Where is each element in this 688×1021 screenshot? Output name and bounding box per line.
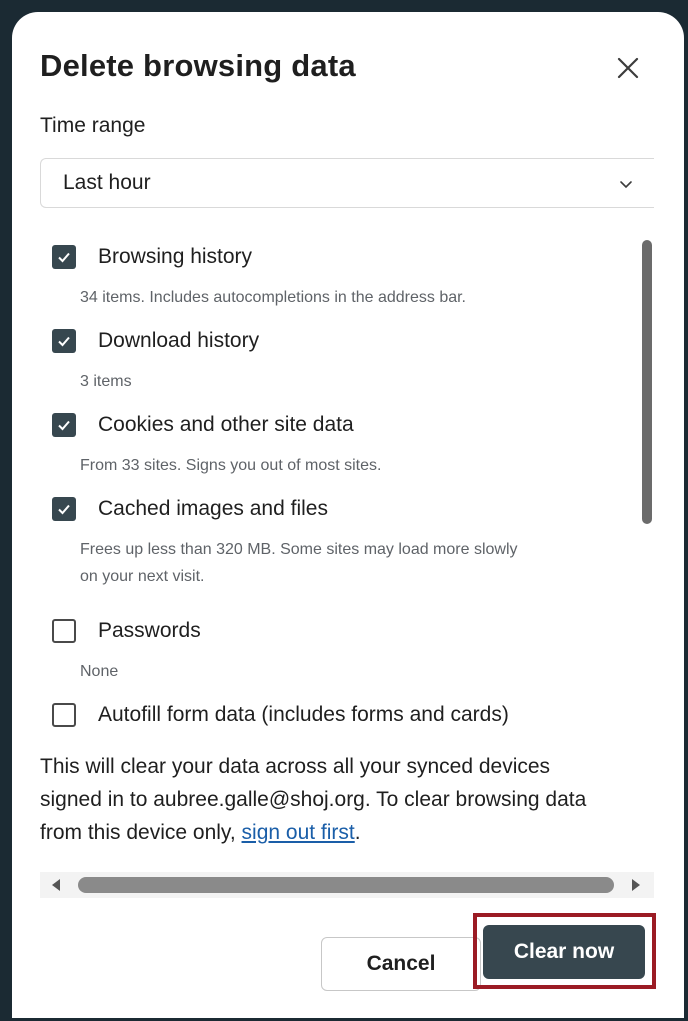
option-description: 34 items. Includes autocompletions in th… xyxy=(80,289,466,306)
sync-note-line: This will clear your data across all you… xyxy=(40,755,551,778)
scrollbar-thumb[interactable] xyxy=(78,877,614,893)
chevron-down-icon xyxy=(620,181,632,189)
option-cached-images[interactable]: Cached images and files xyxy=(52,494,328,524)
checkmark-icon xyxy=(58,252,70,263)
download-history-checkbox[interactable] xyxy=(52,329,76,353)
option-label: Autofill form data (includes forms and c… xyxy=(98,703,509,726)
delete-browsing-data-dialog: Delete browsing data Time range Last hou… xyxy=(12,12,684,1018)
option-label: Browsing history xyxy=(98,245,253,268)
passwords-checkbox[interactable] xyxy=(52,619,76,643)
option-download-history[interactable]: Download history xyxy=(52,326,259,356)
option-passwords[interactable]: Passwords xyxy=(52,616,201,646)
option-autofill[interactable]: Autofill form data (includes forms and c… xyxy=(52,700,509,730)
scroll-right-arrow-icon[interactable] xyxy=(630,878,642,892)
sync-note: This will clear your data across all you… xyxy=(40,750,660,849)
time-range-label: Time range xyxy=(40,114,146,137)
option-description: None xyxy=(80,663,119,680)
checkmark-icon xyxy=(58,420,70,431)
description-line: on your next visit. xyxy=(80,568,205,585)
cookies-checkbox[interactable] xyxy=(52,413,76,437)
horizontal-scrollbar[interactable] xyxy=(40,872,654,898)
option-cookies[interactable]: Cookies and other site data xyxy=(52,410,354,440)
close-icon xyxy=(617,57,639,79)
autofill-checkbox[interactable] xyxy=(52,703,76,727)
clear-now-button[interactable]: Clear now xyxy=(483,925,645,979)
dialog-title: Delete browsing data xyxy=(40,48,356,83)
vertical-scrollbar[interactable] xyxy=(642,240,652,524)
time-range-select[interactable]: Last hour xyxy=(40,158,654,208)
sync-note-line: signed in to aubree.galle@shoj.org. To c… xyxy=(40,788,587,811)
option-description: From 33 sites. Signs you out of most sit… xyxy=(80,457,382,474)
option-label: Cookies and other site data xyxy=(98,413,354,436)
close-button[interactable] xyxy=(612,52,644,84)
option-label: Cached images and files xyxy=(98,497,328,520)
time-range-value: Last hour xyxy=(63,171,151,194)
sync-note-text: from this device only, xyxy=(40,821,242,844)
sign-out-link[interactable]: sign out first xyxy=(242,821,355,844)
checkmark-icon xyxy=(58,336,70,347)
option-browsing-history[interactable]: Browsing history xyxy=(52,242,252,272)
sync-note-text: . xyxy=(354,821,361,844)
description-line: Frees up less than 320 MB. Some sites ma… xyxy=(80,541,518,558)
sync-note-line: from this device only, sign out first. xyxy=(40,816,660,849)
checkmark-icon xyxy=(58,504,70,515)
browsing-history-checkbox[interactable] xyxy=(52,245,76,269)
cancel-button[interactable]: Cancel xyxy=(321,937,481,991)
option-description: Frees up less than 320 MB. Some sites ma… xyxy=(80,536,518,590)
option-description: 3 items xyxy=(80,373,132,390)
cached-images-checkbox[interactable] xyxy=(52,497,76,521)
scroll-left-arrow-icon[interactable] xyxy=(50,878,62,892)
option-label: Download history xyxy=(98,329,260,352)
option-label: Passwords xyxy=(98,619,201,642)
